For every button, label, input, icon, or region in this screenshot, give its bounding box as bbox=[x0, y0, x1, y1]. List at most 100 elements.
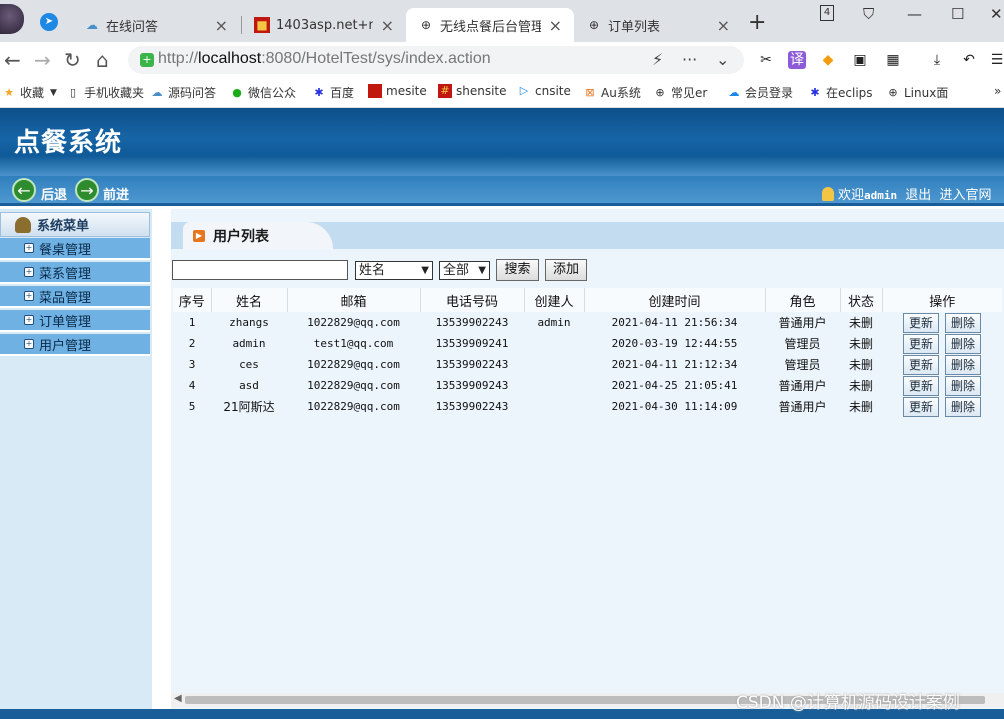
reload-icon[interactable]: ↻ bbox=[64, 48, 81, 72]
cell-actions: 更新 删除 bbox=[882, 312, 1002, 333]
download-icon[interactable]: ⤓ bbox=[928, 51, 946, 69]
media-icon[interactable]: ▣ bbox=[851, 51, 869, 69]
search-button[interactable]: 搜索 bbox=[496, 259, 539, 281]
tab-order-list[interactable]: ⊕ 订单列表 × bbox=[574, 8, 742, 42]
close-icon[interactable]: × bbox=[549, 16, 562, 35]
undo-icon[interactable]: ↶ bbox=[960, 51, 978, 69]
close-icon[interactable]: × bbox=[717, 16, 730, 35]
delete-button[interactable]: 删除 bbox=[945, 312, 981, 333]
tab-online-qa[interactable]: ☁ 在线问答 × bbox=[72, 8, 240, 42]
sidebar-item-dishes[interactable]: + 菜品管理 bbox=[0, 286, 150, 308]
cell-phone: 13539902243 bbox=[435, 358, 509, 371]
table-row: 3 ces 1022829@qq.com 13539902243 2021-04… bbox=[173, 354, 1002, 375]
close-icon[interactable]: × bbox=[381, 16, 394, 35]
field-select[interactable]: 姓名 ▼ bbox=[355, 261, 433, 280]
forward-arrow-icon[interactable]: → bbox=[75, 178, 99, 202]
main-panel: ▶ 用户列表 姓名 ▼ 全部 ▼ 搜索 添加 序号 姓名 邮箱 电话号码 创建人 创… bbox=[171, 209, 1004, 719]
cell-role: 管理员 bbox=[784, 337, 821, 351]
minimize-button[interactable]: — bbox=[907, 5, 922, 23]
scissors-icon[interactable]: ✂ bbox=[757, 51, 775, 69]
delete-button[interactable]: 删除 bbox=[945, 375, 981, 396]
translate-icon[interactable]: 译 bbox=[788, 51, 806, 69]
apps-grid-icon[interactable]: ▦ bbox=[884, 51, 902, 69]
table-header-row: 序号 姓名 邮箱 电话号码 创建人 创建时间 角色 状态 操作 bbox=[173, 288, 1002, 312]
chevron-left-icon[interactable]: ◀ bbox=[174, 693, 182, 704]
globe-icon: ⊕ bbox=[420, 18, 432, 32]
app-nav-bar: ← 后退 → 前进 欢迎admin 退出 进入官网 bbox=[0, 176, 1004, 206]
bookmark-mesite[interactable]: mesite bbox=[368, 84, 427, 98]
box-icon: ⊠ bbox=[585, 85, 595, 99]
bookmark-code-qa[interactable]: ☁ 源码问答 bbox=[150, 84, 217, 101]
telegram-icon[interactable]: ➤ bbox=[40, 13, 58, 31]
maximize-button[interactable]: ☐ bbox=[951, 5, 964, 23]
more-icon[interactable]: ··· bbox=[682, 50, 697, 69]
status-select[interactable]: 全部 ▼ bbox=[439, 261, 490, 280]
bookmark-common[interactable]: ⊕ 常见er bbox=[653, 84, 707, 101]
chevron-down-icon[interactable]: ⌄ bbox=[716, 50, 729, 69]
update-button[interactable]: 更新 bbox=[903, 312, 939, 333]
logout-link[interactable]: 退出 bbox=[905, 188, 931, 203]
tab-count-badge[interactable]: 4 bbox=[820, 5, 834, 21]
tab-asp-net[interactable]: ■ 1403asp.net+mys × bbox=[242, 8, 406, 42]
expand-icon: + bbox=[24, 315, 34, 325]
bookmark-favorites[interactable]: ★ 收藏 ▼ bbox=[2, 84, 57, 101]
update-button[interactable]: 更新 bbox=[903, 333, 939, 354]
back-arrow-icon[interactable]: ← bbox=[12, 178, 36, 202]
new-tab-button[interactable]: + bbox=[748, 10, 766, 35]
delete-button[interactable]: 删除 bbox=[945, 396, 981, 417]
shirt-icon[interactable]: ⛉ bbox=[863, 5, 874, 23]
play-icon: ▶ bbox=[193, 229, 205, 242]
tab-user-list[interactable]: ▶ 用户列表 bbox=[183, 222, 333, 249]
sidebar-item-cuisines[interactable]: + 菜系管理 bbox=[0, 262, 150, 284]
bookmark-cnsite[interactable]: ▷ cnsite bbox=[517, 84, 571, 98]
bookmark-member-login[interactable]: ☁ 会员登录 bbox=[727, 84, 794, 101]
update-button[interactable]: 更新 bbox=[903, 354, 939, 375]
column-header: 状态 bbox=[840, 288, 883, 312]
browser-tab-bar: ➤ ☁ 在线问答 × ■ 1403asp.net+mys × ⊕ 无线点餐后台管… bbox=[0, 0, 1004, 42]
back-arrow-icon[interactable]: ← bbox=[4, 48, 21, 72]
gamepad-icon[interactable]: ◆ bbox=[819, 51, 837, 69]
cell-name: admin bbox=[232, 337, 266, 350]
globe-icon: ⊕ bbox=[655, 85, 665, 99]
forward-link[interactable]: 前进 bbox=[103, 184, 129, 203]
table-row: 1 zhangs 1022829@qq.com 13539902243 admi… bbox=[173, 312, 1002, 333]
sidebar-item-orders[interactable]: + 订单管理 bbox=[0, 310, 150, 332]
expand-icon: + bbox=[24, 291, 34, 301]
address-bar-row: ← → ↻ ⌂ + http://localhost:8080/HotelTes… bbox=[0, 42, 1004, 76]
sidebar-item-users[interactable]: + 用户管理 bbox=[0, 334, 150, 356]
official-site-link[interactable]: 进入官网 bbox=[939, 188, 991, 203]
menu-icon[interactable]: ☰ bbox=[988, 51, 1004, 69]
add-button[interactable]: 添加 bbox=[545, 259, 587, 281]
cell-creator bbox=[524, 375, 584, 396]
bookmark-linux[interactable]: ⊕ Linux面 bbox=[886, 84, 948, 101]
cell-no: 3 bbox=[188, 358, 196, 371]
delete-button[interactable]: 删除 bbox=[945, 354, 981, 375]
url-field[interactable]: + http://localhost:8080/HotelTest/sys/in… bbox=[128, 46, 744, 74]
bookmark-eclipse[interactable]: ✱ 在eclips bbox=[808, 84, 872, 101]
search-input[interactable] bbox=[172, 260, 348, 280]
home-icon[interactable]: ⌂ bbox=[96, 48, 109, 72]
back-link[interactable]: 后退 bbox=[41, 184, 67, 203]
bookmark-mobile[interactable]: ▯ 手机收藏夹 bbox=[66, 84, 144, 101]
column-header: 邮箱 bbox=[287, 288, 421, 312]
bookmark-shensite[interactable]: # shensite bbox=[438, 84, 507, 98]
sidebar-item-tables[interactable]: + 餐桌管理 bbox=[0, 238, 150, 260]
lightning-icon[interactable]: ⚡ bbox=[652, 50, 663, 69]
tab-admin-panel[interactable]: ⊕ 无线点餐后台管理 × bbox=[406, 8, 574, 42]
forward-arrow-icon[interactable]: → bbox=[34, 48, 51, 72]
update-button[interactable]: 更新 bbox=[903, 396, 939, 417]
profile-avatar[interactable] bbox=[0, 4, 24, 34]
cell-phone: 13539909241 bbox=[435, 337, 509, 350]
cell-status: 未删 bbox=[848, 316, 873, 330]
update-button[interactable]: 更新 bbox=[903, 375, 939, 396]
paw-icon: ✱ bbox=[810, 85, 820, 99]
bookmark-wechat[interactable]: ● 微信公众 bbox=[230, 84, 296, 101]
cell-role: 管理员 bbox=[784, 358, 821, 372]
bookmark-baidu[interactable]: ✱ 百度 bbox=[312, 84, 354, 101]
close-icon[interactable]: × bbox=[215, 16, 228, 35]
more-bookmarks-icon[interactable]: » bbox=[994, 84, 1001, 98]
delete-button[interactable]: 删除 bbox=[945, 333, 981, 354]
close-window-button[interactable]: ✕ bbox=[990, 5, 1003, 23]
swirl-icon: ☁ bbox=[151, 85, 163, 99]
bookmark-au[interactable]: ⊠ Au系统 bbox=[583, 84, 640, 101]
